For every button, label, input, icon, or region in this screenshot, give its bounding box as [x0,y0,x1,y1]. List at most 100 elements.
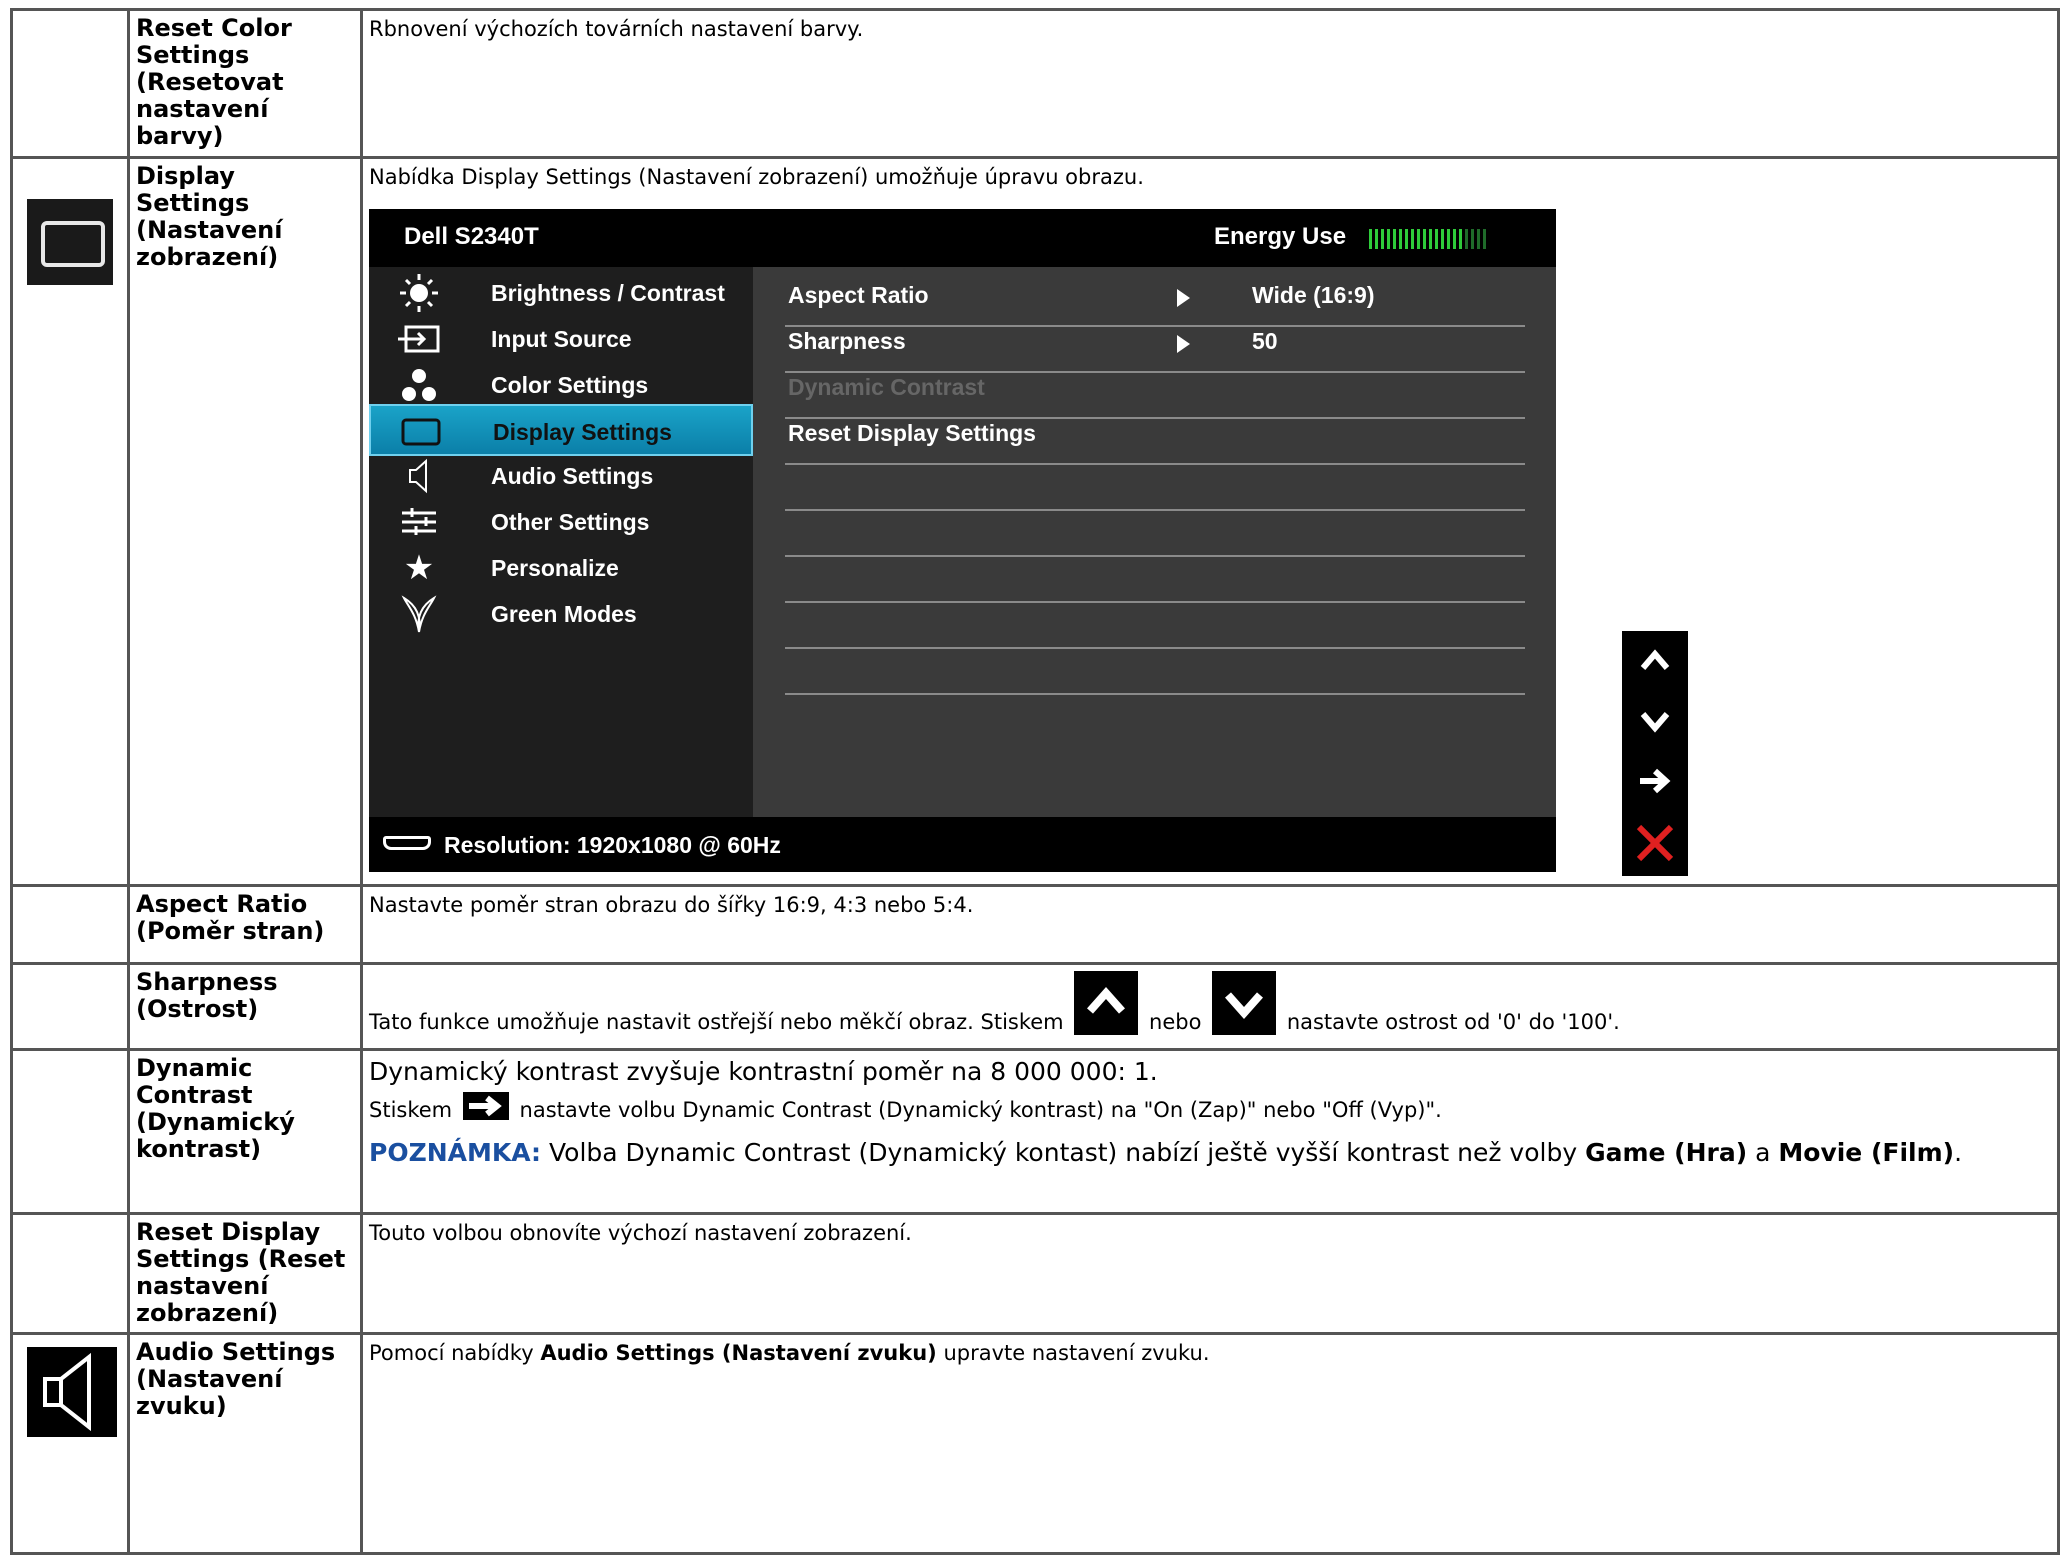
energy-segment [1393,229,1396,249]
energy-segment [1423,229,1426,249]
menu-item-display-settings[interactable]: Display Settings [369,404,753,456]
leaf-icon [394,594,444,634]
menu-item-label: Other Settings [491,509,650,535]
osd-submenu: Aspect Ratio Wide (16:9) Sharpness 50 Dy… [753,267,1556,817]
audio-text-bold: Audio Settings (Nastavení zvuku) [540,1341,937,1365]
play-arrow-icon [1177,289,1190,307]
energy-segment [1417,229,1420,249]
submenu-value: 50 [1252,328,1278,354]
menu-item-label: Personalize [491,555,619,581]
menu-item-label: Color Settings [491,372,649,398]
submenu-label: Sharpness [788,328,906,354]
input-source-icon [394,319,444,359]
right-arrow-icon [462,1092,509,1120]
star-icon: ★ [403,549,435,587]
setting-description: Rbnovení výchozích továrních nastavení b… [360,8,2060,159]
osd-main-menu: Brightness / Contrast Input Source Color… [369,267,753,817]
osd-resolution: Resolution: 1920x1080 @ 60Hz [444,832,781,858]
setting-description-cell: Nabídka Display Settings (Nastavení zobr… [360,156,2060,887]
audio-text-post: upravte nastavení zvuku. [943,1341,1210,1365]
menu-item-personalize[interactable]: ★ Personalize [369,542,753,594]
energy-use-meter [1369,229,1486,249]
setting-description: Nastavte poměr stran obrazu do šířky 16:… [360,884,2060,965]
menu-item-label: Display Settings [493,419,672,445]
menu-item-input-source[interactable]: Input Source [369,313,753,365]
speaker-icon [27,1347,117,1437]
icon-cell-empty [10,962,130,1051]
energy-segment [1411,229,1414,249]
submenu-value: Wide (16:9) [1252,282,1375,308]
setting-name: Audio Settings (Nastavení zvuku) [127,1332,363,1555]
setting-description-cell: Dynamický kontrast zvyšuje kontrastní po… [360,1048,2060,1215]
energy-segment [1387,229,1390,249]
energy-segment [1375,229,1378,249]
energy-segment [1459,229,1462,249]
sharpness-text-mid: nebo [1149,1010,1202,1034]
menu-item-other-settings[interactable]: Other Settings [369,496,753,548]
submenu-label: Reset Display Settings [788,420,1036,446]
icon-cell [10,156,130,887]
setting-name: Display Settings (Nastavení zobrazení) [127,156,363,887]
menu-item-label: Brightness / Contrast [491,280,725,306]
energy-segment [1381,229,1384,249]
menu-item-brightness-contrast[interactable]: Brightness / Contrast [369,267,753,319]
sharpness-text-pre: Tato funkce umožňuje nastavit ostřejší n… [369,1010,1064,1034]
setting-name: Sharpness (Ostrost) [127,962,363,1051]
energy-segment [1369,229,1372,249]
sliders-icon [394,502,444,542]
energy-segment [1465,229,1468,249]
submenu-label: Dynamic Contrast [788,374,985,400]
energy-segment [1471,229,1474,249]
menu-item-audio-settings[interactable]: Audio Settings [369,450,753,502]
speaker-icon [394,456,444,496]
play-arrow-icon [1177,335,1190,353]
settings-table: Reset Color Settings (Resetovat nastaven… [10,8,2060,1555]
down-arrow-icon [1212,971,1277,1035]
row-dynamic-contrast: Dynamic Contrast (Dynamický kontrast) Dy… [10,1048,2060,1215]
osd-model-name: Dell S2340T [404,223,539,250]
note-end: . [1954,1138,1963,1167]
energy-segment [1477,229,1480,249]
row-aspect-ratio: Aspect Ratio (Poměr stran) Nastavte pomě… [10,884,2060,965]
energy-segment [1429,229,1432,249]
audio-text-pre: Pomocí nabídky [369,1341,534,1365]
dynamic-contrast-line2-post: nastavte volbu Dynamic Contrast (Dynamic… [519,1098,1442,1122]
down-arrow-icon[interactable] [1622,691,1688,751]
osd-nav-keys [1622,631,1688,876]
setting-name: Aspect Ratio (Poměr stran) [127,884,363,965]
dynamic-contrast-line1: Dynamický kontrast zvyšuje kontrastní po… [369,1057,1158,1086]
energy-segment [1399,229,1402,249]
close-x-icon[interactable] [1622,813,1688,873]
menu-item-green-modes[interactable]: Green Modes [369,588,753,640]
menu-item-label: Audio Settings [491,463,654,489]
row-sharpness: Sharpness (Ostrost) Tato funkce umožňuje… [10,962,2060,1051]
setting-description: Nabídka Display Settings (Nastavení zobr… [369,165,1144,189]
icon-cell-empty [10,8,130,159]
setting-description: Touto volbou obnovíte výchozí nastavení … [360,1212,2060,1335]
note-label: POZNÁMKA: [369,1138,542,1167]
row-reset-display: Reset Display Settings (Reset nastavení … [10,1212,2060,1335]
setting-description-cell: Pomocí nabídky Audio Settings (Nastavení… [360,1332,2060,1555]
energy-segment [1435,229,1438,249]
note-text: Volba Dynamic Contrast (Dynamický kontas… [549,1138,1578,1167]
setting-name: Reset Display Settings (Reset nastavení … [127,1212,363,1335]
row-reset-color: Reset Color Settings (Resetovat nastaven… [10,8,2060,159]
note-movie: Movie (Film) [1778,1138,1955,1167]
dynamic-contrast-note: POZNÁMKA: Volba Dynamic Contrast (Dynami… [369,1136,2051,1169]
osd-screenshot: Dell S2340T Energy Use Brightness / Cont… [369,209,2051,876]
right-arrow-icon[interactable] [1622,751,1688,811]
menu-item-label: Input Source [491,326,632,352]
up-arrow-icon[interactable] [1622,631,1688,691]
color-dots-icon [394,365,444,405]
energy-segment [1483,229,1486,249]
sharpness-text-post: nastavte ostrost od '0' do '100'. [1286,1010,1620,1034]
brightness-icon [394,273,444,313]
osd-menu: Dell S2340T Energy Use Brightness / Cont… [369,209,1556,872]
energy-segment [1453,229,1456,249]
monitor-icon [27,199,113,285]
menu-item-label: Green Modes [491,601,637,627]
energy-segment [1447,229,1450,249]
setting-name: Dynamic Contrast (Dynamický kontrast) [127,1048,363,1215]
icon-cell-empty [10,884,130,965]
energy-segment [1441,229,1444,249]
